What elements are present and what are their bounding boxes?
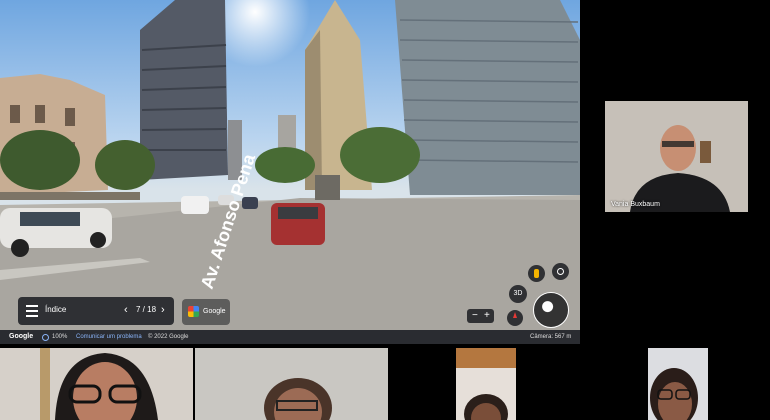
zoom-level: 100%: [52, 334, 68, 340]
participant-video-tile[interactable]: [648, 348, 708, 420]
zoom-in-button[interactable]: +: [484, 309, 490, 323]
participant-video-main[interactable]: Vania Buxbaum: [605, 101, 748, 212]
copyright-text: © 2022 Google: [148, 334, 189, 340]
toggle-3d-button[interactable]: 3D: [509, 285, 527, 303]
participant-video-tile[interactable]: [456, 348, 516, 420]
google-icon: [188, 306, 199, 317]
camera-altitude: Câmera: 567 m: [530, 334, 572, 340]
participant-avatar-video: [195, 348, 388, 420]
report-problem-link[interactable]: Comunicar um problema: [76, 330, 142, 344]
zoom-out-button[interactable]: −: [472, 309, 478, 323]
google-logo: Google: [9, 333, 34, 340]
menu-icon[interactable]: [26, 305, 38, 317]
tour-title: Índice: [45, 305, 67, 314]
zoom-control: − +: [467, 309, 494, 323]
globe-icon[interactable]: [533, 292, 569, 328]
compass-icon[interactable]: [507, 310, 523, 326]
my-location-icon[interactable]: [552, 263, 569, 280]
tour-toolbar: Índice ‹ 7 / 18 ›: [18, 297, 174, 325]
participant-avatar-video: [456, 348, 516, 420]
shared-screen-google-earth[interactable]: Av. Afonso Pena Índice ‹ 7 / 18 › Google…: [0, 0, 580, 344]
status-bar: Google 100% Comunicar um problema © 2022…: [0, 330, 580, 344]
street-view-image[interactable]: Av. Afonso Pena: [0, 0, 580, 344]
tour-page-indicator: 7 / 18: [136, 305, 157, 314]
participant-video-tile[interactable]: [0, 348, 193, 420]
google-button-label: Google: [203, 308, 226, 315]
participant-avatar-video: [648, 348, 708, 420]
pegman-icon[interactable]: [528, 265, 545, 282]
participant-video-tile[interactable]: [195, 348, 388, 420]
participant-avatar-video: [0, 348, 193, 420]
loading-ring-icon: [42, 334, 49, 341]
participant-name: Vania Buxbaum: [611, 201, 660, 208]
chevron-right-icon[interactable]: ›: [161, 303, 165, 317]
chevron-left-icon[interactable]: ‹: [124, 303, 128, 317]
participant-avatar-video: [605, 101, 748, 212]
google-photo-button[interactable]: Google: [182, 299, 230, 325]
